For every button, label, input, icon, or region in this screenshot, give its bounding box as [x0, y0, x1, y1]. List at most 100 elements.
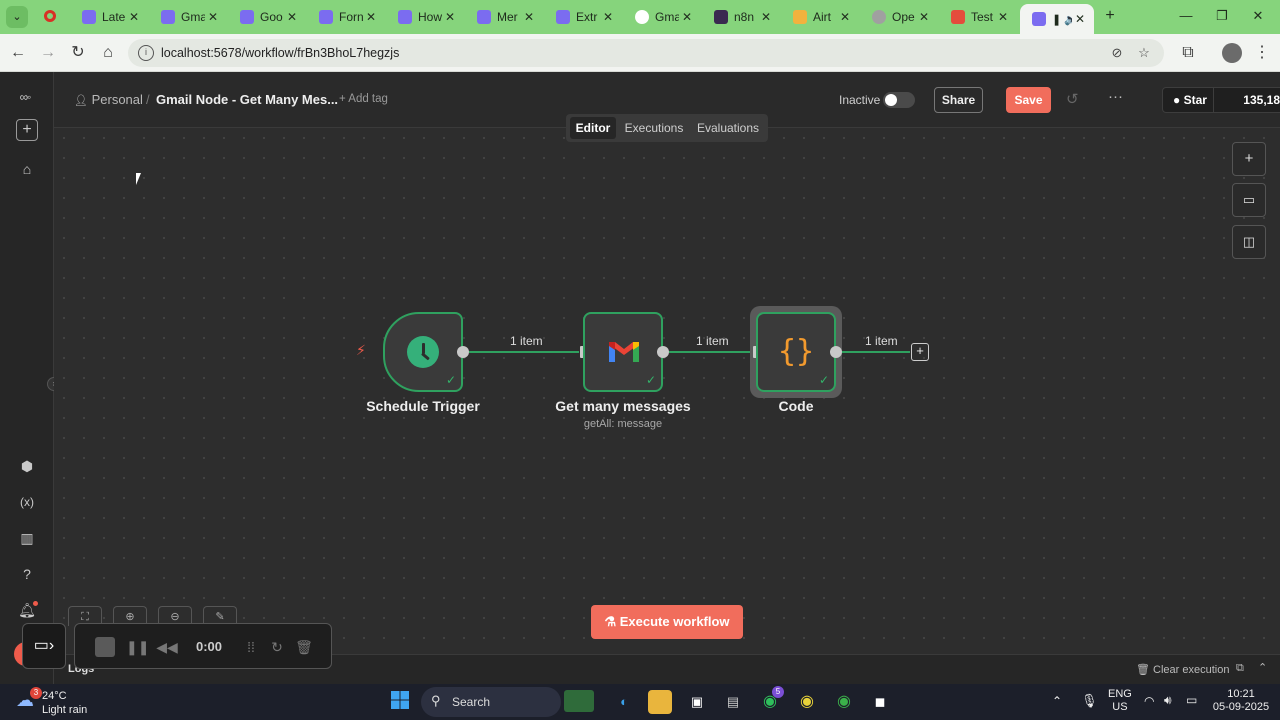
url-field[interactable]: i localhost:5678/workflow/frBn3BhoL7hegz… [128, 39, 1164, 67]
clock[interactable]: 10:21 05-09-2025 [1210, 688, 1272, 714]
close-icon[interactable]: ✕ [1072, 12, 1088, 26]
chrome-profile-icon[interactable]: ◉ [832, 690, 856, 714]
output-port[interactable] [457, 346, 469, 358]
connection-line[interactable] [669, 351, 751, 353]
close-icon[interactable]: ✕ [916, 10, 932, 24]
popout-icon[interactable]: ⧉ [1236, 662, 1244, 675]
site-info-icon[interactable]: i [138, 45, 154, 61]
close-icon[interactable]: ✕ [521, 10, 537, 24]
taskbar-search[interactable]: ⚲ Search [421, 687, 594, 717]
browser-tab[interactable]: Gma ✕ [149, 4, 227, 30]
help-icon[interactable]: ? [14, 561, 40, 587]
save-button[interactable]: Save [1006, 87, 1051, 113]
home-icon[interactable]: ⌂ [14, 156, 40, 182]
tab-search-icon[interactable]: ⌄ [6, 6, 28, 28]
workflow-canvas[interactable]: Editor Executions Evaluations + ▭ ◫ ⚡︎ ✓… [54, 114, 1280, 684]
browser-tab[interactable]: Airt ✕ [781, 4, 859, 30]
file-explorer-icon[interactable] [648, 690, 672, 714]
github-star-widget[interactable]: ● Star 135,180 [1162, 87, 1280, 113]
more-options-icon[interactable]: ··· [1108, 88, 1123, 105]
delete-icon[interactable]: 🗑︎ [293, 636, 315, 658]
home-icon[interactable]: ⌂ [98, 43, 118, 63]
forward-icon[interactable]: → [38, 43, 58, 63]
pause-icon[interactable]: ❚❚ [126, 636, 149, 658]
close-icon[interactable]: ✕ [442, 10, 458, 24]
connection-line[interactable] [842, 351, 910, 353]
close-icon[interactable]: ✕ [600, 10, 616, 24]
add-node-icon[interactable]: + [1232, 142, 1266, 176]
close-icon[interactable]: ✕ [995, 10, 1011, 24]
chrome-icon[interactable]: ◉ [795, 690, 819, 714]
browser-tab[interactable]: Goo ✕ [228, 4, 306, 30]
language-indicator[interactable]: ENG US [1108, 688, 1132, 714]
side-panel-icon[interactable]: ◫ [1232, 225, 1266, 259]
close-icon[interactable]: ✕ [126, 10, 142, 24]
tray-chevron-icon[interactable]: ⌃ [1052, 694, 1062, 708]
extensions-icon[interactable]: ⧉ [1178, 43, 1198, 63]
history-icon[interactable]: ↺ [1066, 90, 1079, 108]
rewind-icon[interactable]: ◀◀ [156, 636, 178, 658]
browser-tab[interactable]: Extr ✕ [544, 4, 622, 30]
browser-tab[interactable]: Gma ✕ [623, 4, 701, 30]
camera-icon[interactable]: ▭› [22, 623, 66, 669]
back-icon[interactable]: ← [8, 43, 28, 63]
store-icon[interactable]: ▣ [685, 690, 709, 714]
app-icon[interactable]: ◼ [868, 690, 892, 714]
share-button[interactable]: Share [934, 87, 983, 113]
stop-icon[interactable] [95, 637, 115, 657]
close-icon[interactable]: ✕ [284, 10, 300, 24]
browser-menu-icon[interactable]: ⋮ [1252, 43, 1272, 63]
github-star-button[interactable]: ● Star [1163, 88, 1213, 112]
wifi-icon[interactable]: ◠ [1144, 694, 1154, 708]
tab-evaluations[interactable]: Evaluations [692, 117, 764, 139]
insights-icon[interactable]: ▥ [14, 525, 40, 551]
templates-icon[interactable]: ⬢ [14, 453, 40, 479]
window-close-icon[interactable]: ✕ [1248, 8, 1268, 24]
execute-workflow-button[interactable]: ⚗︎ Execute workflow [591, 605, 743, 639]
connection-line[interactable] [469, 351, 579, 353]
active-toggle[interactable] [883, 92, 915, 108]
output-port[interactable] [657, 346, 669, 358]
terminal-icon[interactable]: ▤ [721, 690, 745, 714]
n8n-logo-icon[interactable]: ∞◦ [12, 84, 38, 110]
browser-tab[interactable]: How ✕ [386, 4, 464, 30]
close-icon[interactable]: ✕ [679, 10, 695, 24]
grid-icon[interactable]: ⁞⁞ [240, 636, 262, 658]
edge-icon[interactable]: ◐ [612, 690, 636, 714]
chevron-up-icon[interactable]: ⌃ [1258, 661, 1267, 674]
windows-start-icon[interactable] [388, 690, 412, 714]
close-icon[interactable]: ✕ [205, 10, 221, 24]
maximize-icon[interactable]: ❐ [1212, 8, 1232, 24]
close-icon[interactable]: ✕ [837, 10, 853, 24]
microphone-icon[interactable]: 🎙︎ [1081, 693, 1098, 709]
minimize-icon[interactable]: — [1176, 8, 1196, 23]
volume-icon[interactable]: 🔊︎ [1164, 693, 1172, 708]
browser-tab[interactable]: Late ✕ [70, 4, 148, 30]
browser-tab[interactable]: n8n ✕ [702, 4, 780, 30]
close-icon[interactable]: ✕ [363, 10, 379, 24]
add-tag-button[interactable]: + Add tag [339, 93, 388, 105]
tab-executions[interactable]: Executions [622, 117, 686, 139]
browser-tab[interactable]: Mer ✕ [465, 4, 543, 30]
close-icon[interactable]: ✕ [758, 10, 774, 24]
node-get-many-messages[interactable]: ✓ [583, 312, 663, 392]
workflow-name[interactable]: Gmail Node - Get Many Mes... [156, 92, 338, 107]
output-port[interactable] [830, 346, 842, 358]
project-breadcrumb[interactable]: 👤︎ Personal [74, 92, 143, 107]
eye-off-icon[interactable]: ⊘ [1109, 45, 1125, 61]
bookmark-star-icon[interactable]: ☆ [1136, 45, 1152, 61]
tab-editor[interactable]: Editor [570, 117, 616, 139]
browser-tab-active[interactable]: ❚ 🔈 ✕ [1020, 4, 1094, 34]
browser-tab[interactable]: Forn ✕ [307, 4, 385, 30]
add-next-node-button[interactable]: + [911, 343, 929, 361]
browser-tab[interactable]: Ope ✕ [860, 4, 938, 30]
node-schedule-trigger[interactable]: ✓ [383, 312, 463, 392]
clear-execution-button[interactable]: 🗑︎ Clear execution [1136, 663, 1229, 676]
new-tab-button[interactable]: + [1100, 6, 1120, 26]
profile-avatar[interactable] [1222, 43, 1242, 63]
variables-icon[interactable]: (x) [14, 489, 40, 515]
browser-tab[interactable]: Test ✕ [939, 4, 1017, 30]
battery-icon[interactable]: ▭ [1186, 693, 1197, 707]
node-code[interactable]: {} ✓ [756, 312, 836, 392]
add-icon[interactable]: + [16, 119, 38, 141]
